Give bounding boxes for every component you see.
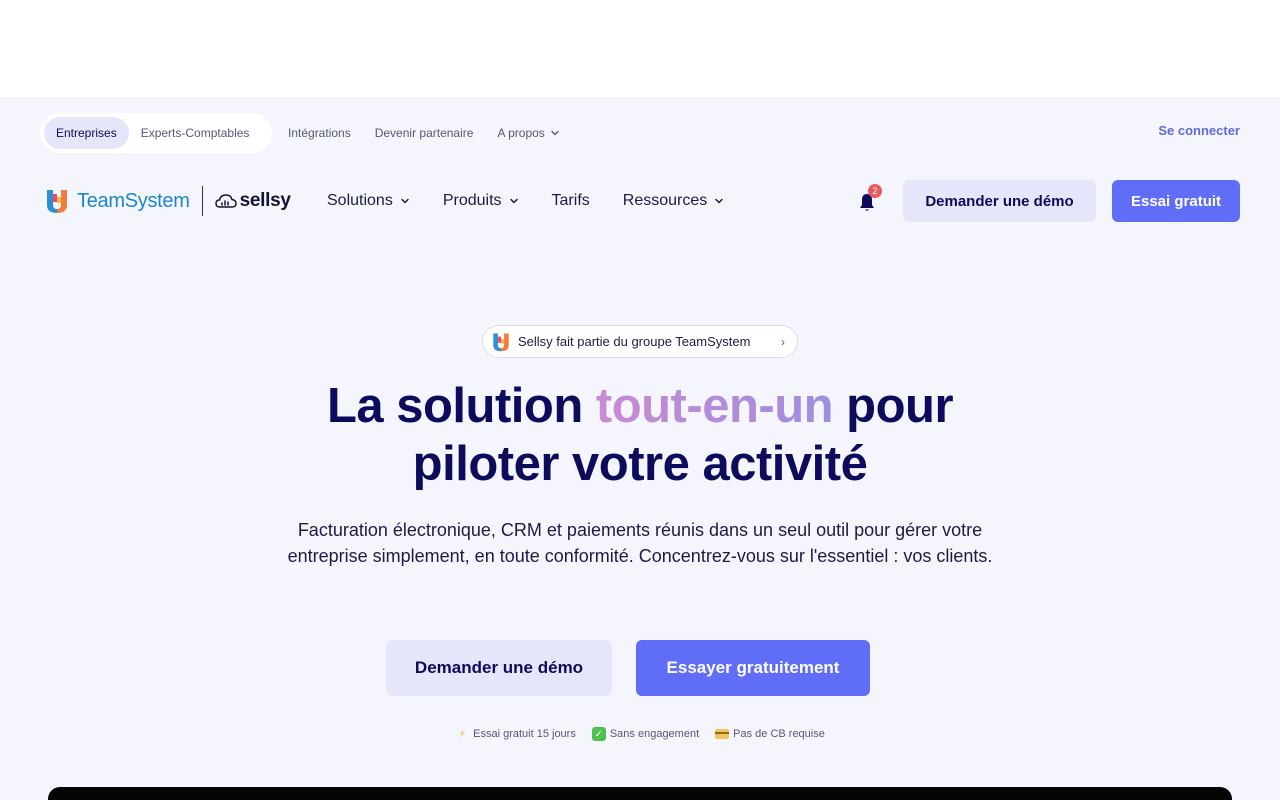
hero-title-part2: pour — [833, 379, 954, 433]
notification-badge: 2 — [868, 184, 882, 198]
product-video-frame[interactable] — [48, 787, 1232, 800]
group-announcement-pill[interactable]: Sellsy fait partie du groupe TeamSystem … — [482, 325, 798, 358]
nav-solutions-label: Solutions — [327, 192, 393, 209]
perk-label: Sans engagement — [609, 728, 700, 740]
nav-produits[interactable]: Produits — [443, 192, 519, 210]
main-nav: Solutions Produits Tarifs Ressources — [327, 185, 757, 217]
group-pill-label: Sellsy fait partie du groupe TeamSystem — [518, 334, 751, 349]
landing-page: Entreprises Experts-Comptables Intégrati… — [0, 97, 1280, 800]
teamsystem-logo-icon — [493, 333, 509, 351]
perk-item: ⚡ Essai gratuit 15 jours — [455, 727, 576, 741]
about-menu[interactable]: A propos — [497, 126, 559, 140]
sellsy-wordmark: sellsy — [239, 190, 291, 211]
chevron-down-icon — [509, 198, 518, 204]
perks-list: ⚡ Essai gratuit 15 jours ✓ Sans engageme… — [0, 727, 1280, 741]
sellsy-cloud-icon — [214, 194, 237, 208]
top-blank-area — [0, 0, 1280, 97]
perk-label: Essai gratuit 15 jours — [473, 728, 576, 740]
nav-ressources-label: Ressources — [622, 192, 708, 209]
chevron-down-icon — [715, 198, 723, 204]
demo-button-hero[interactable]: Demander une démo — [386, 640, 612, 696]
hero-title-part1: La solution — [326, 379, 596, 433]
notifications-button[interactable]: 2 — [855, 184, 882, 215]
trial-button-hero[interactable]: Essayer gratuitement — [636, 640, 870, 696]
teamsystem-wordmark: TeamSystem — [77, 189, 190, 212]
perk-label: Pas de CB requise — [733, 728, 825, 740]
partner-link[interactable]: Devenir partenaire — [375, 126, 474, 140]
nav-produits-label: Produits — [442, 192, 502, 209]
audience-switcher: Entreprises Experts-Comptables — [40, 113, 272, 153]
top-links: Intégrations Devenir partenaire A propos — [288, 113, 560, 153]
perk-item: ✓ Sans engagement — [591, 727, 700, 741]
login-link[interactable]: Se connecter — [1158, 123, 1240, 138]
check-icon: ✓ — [591, 727, 606, 741]
trial-button-header[interactable]: Essai gratuit — [1112, 180, 1240, 222]
tab-experts-comptables[interactable]: Experts-Comptables — [129, 117, 262, 149]
chevron-down-icon — [551, 130, 559, 136]
demo-button-header[interactable]: Demander une démo — [903, 180, 1096, 222]
brand-logo[interactable]: TeamSystem sellsy — [44, 185, 291, 217]
integrations-link[interactable]: Intégrations — [288, 126, 351, 140]
perk-item: Pas de CB requise — [715, 727, 825, 741]
nav-ressources[interactable]: Ressources — [623, 192, 724, 210]
teamsystem-logo-icon — [47, 190, 67, 213]
nav-tarifs[interactable]: Tarifs — [552, 192, 590, 210]
hero-title-highlight: tout-en-un — [595, 379, 834, 433]
chevron-right-icon: › — [781, 334, 785, 349]
logo-divider — [201, 186, 203, 216]
about-label: A propos — [497, 126, 545, 140]
credit-card-icon — [715, 729, 730, 739]
hero-title: La solution tout-en-un pour piloter votr… — [240, 377, 1040, 493]
hero-title-line2: piloter votre activité — [412, 437, 868, 491]
tab-entreprises[interactable]: Entreprises — [44, 117, 129, 149]
hero-subtitle: Facturation électronique, CRM et paiemen… — [287, 520, 993, 566]
lightning-icon: ⚡ — [458, 728, 466, 740]
nav-solutions[interactable]: Solutions — [327, 192, 410, 210]
chevron-down-icon — [401, 198, 409, 204]
